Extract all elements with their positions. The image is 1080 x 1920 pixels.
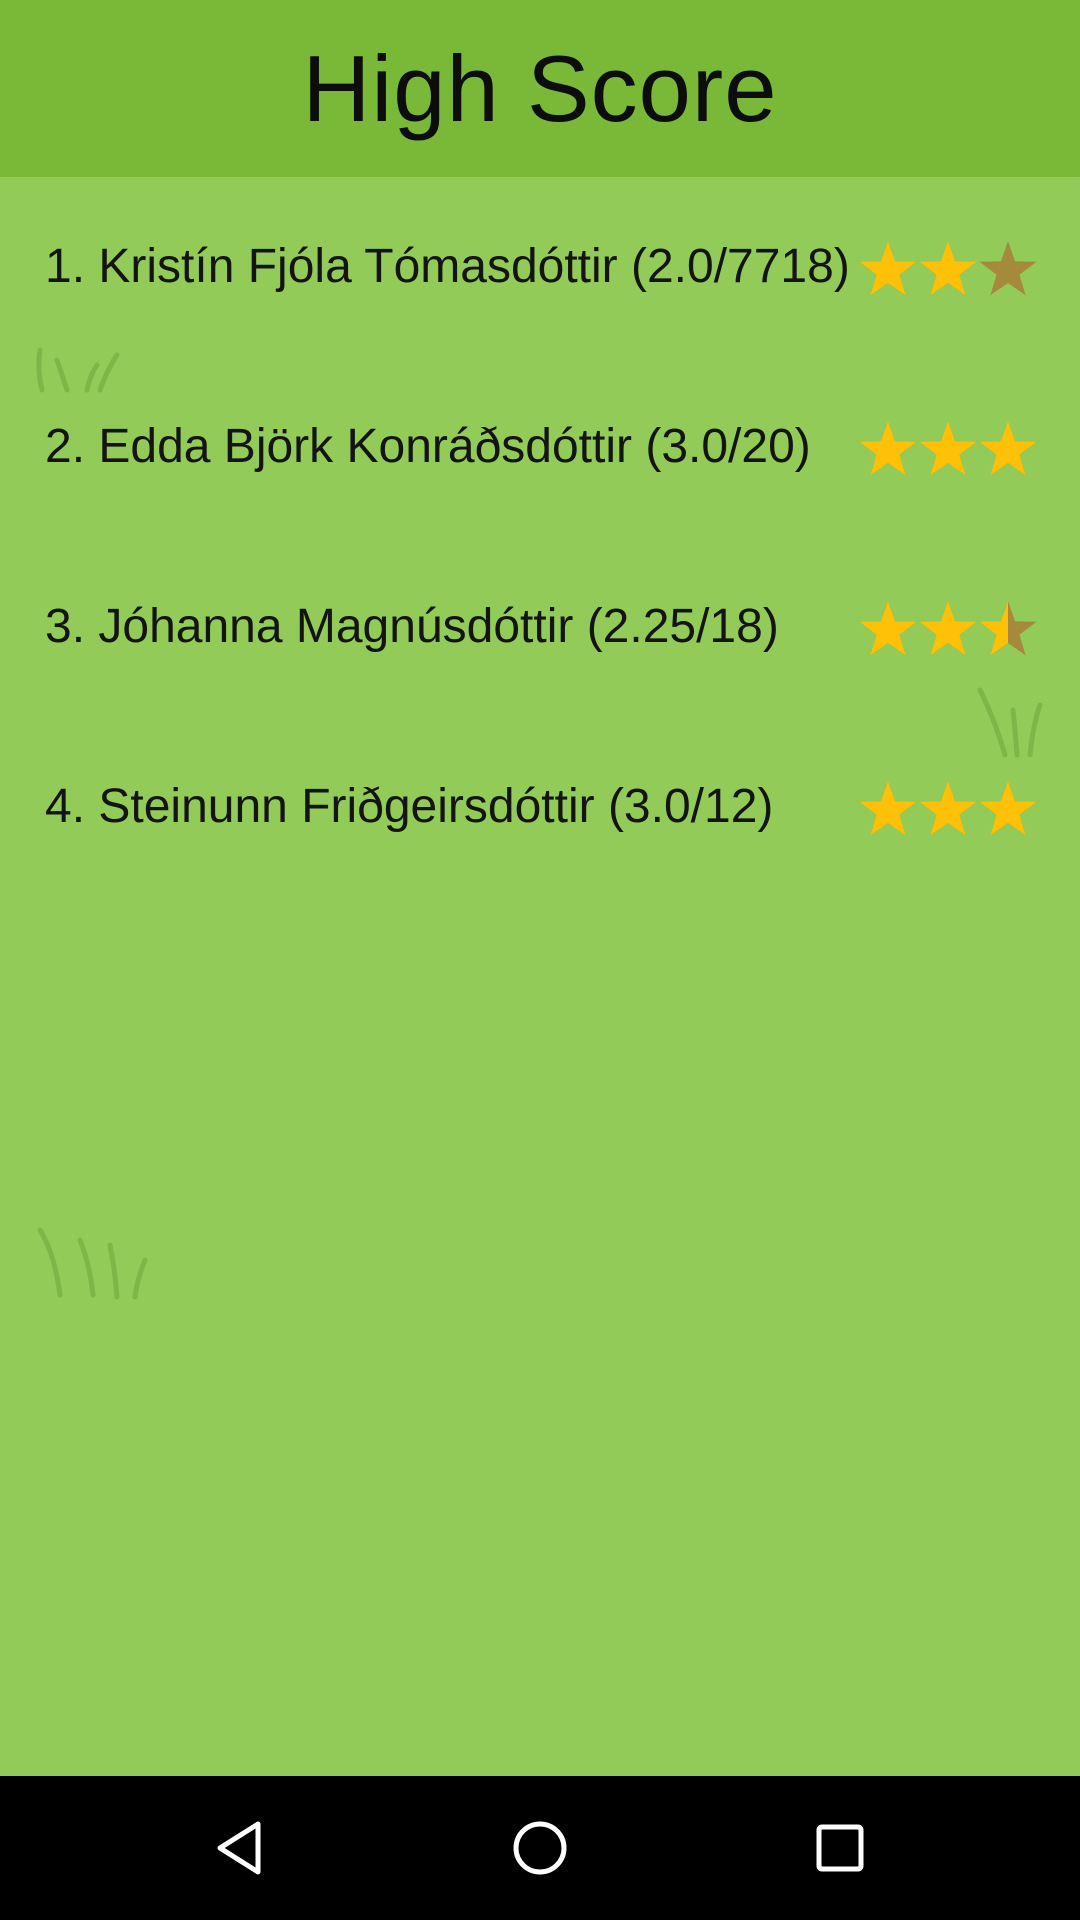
header-bar: High Score [0,0,1080,177]
score-row-text: 4. Steinunn Friðgeirsdóttir (3.0/12) [45,780,774,833]
score-row-text: 3. Jóhanna Magnúsdóttir (2.25/18) [45,600,779,653]
score-row-text: 2. Edda Björk Konráðsdóttir (3.0/20) [45,420,811,473]
back-triangle-icon[interactable] [204,1812,276,1884]
star-icon-filled [859,241,917,296]
star-icon-filled [979,421,1037,476]
star-rating-svg [859,421,1037,476]
star-rating-svg [859,601,1037,656]
star-icon-filled [919,601,977,656]
star-icon-filled [919,781,977,836]
score-row[interactable]: 4. Steinunn Friðgeirsdóttir (3.0/12) [0,762,1080,852]
grass-tuft-icon [37,1227,148,1300]
star-icon-filled [859,601,917,656]
grass-tuft-icon [977,687,1043,758]
system-navigation-bar [0,1776,1080,1920]
score-row[interactable]: 2. Edda Björk Konráðsdóttir (3.0/20) [0,402,1080,492]
star-rating-svg [859,781,1037,836]
star-icon-filled [859,421,917,476]
star-rating-svg [859,241,1037,296]
score-row-text: 1. Kristín Fjóla Tómasdóttir (2.0/7718) [45,240,850,293]
star-rating [858,240,1038,298]
score-row[interactable]: 3. Jóhanna Magnúsdóttir (2.25/18) [0,582,1080,672]
star-rating [858,420,1038,478]
star-icon-filled [979,781,1037,836]
score-row[interactable]: 1. Kristín Fjóla Tómasdóttir (2.0/7718) [0,222,1080,312]
star-icon-filled [919,421,977,476]
home-circle-icon[interactable] [504,1812,576,1884]
star-rating [858,600,1038,658]
star-rating [858,780,1038,838]
star-icon-filled [919,241,977,296]
star-icon [979,241,1037,296]
high-score-screen: High Score 1. Kristín Fjóla Tómasdóttir … [0,0,1080,1920]
recents-square-icon[interactable] [804,1812,876,1884]
page-title: High Score [302,35,778,141]
grass-tuft-icon [36,347,120,393]
star-icon-filled [859,781,917,836]
